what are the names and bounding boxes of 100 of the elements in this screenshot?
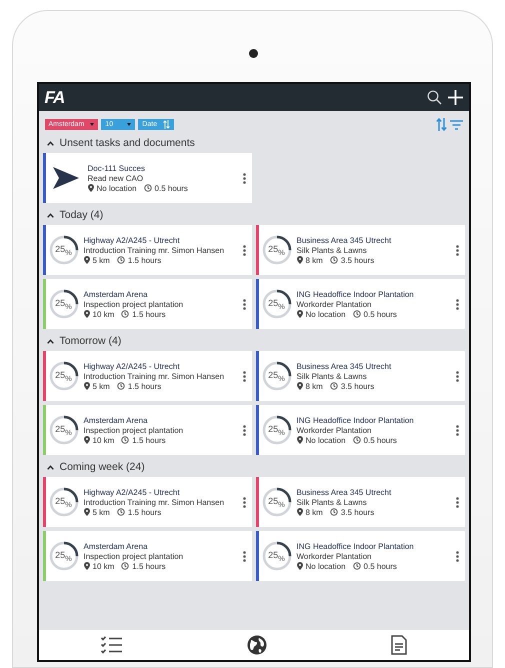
more-button[interactable] <box>456 424 458 436</box>
task-card[interactable]: 25$_{%}$ Highway A2/A245 - Utrecht Introduction Training mr. Simon Hansen 5 km 1.5 hours <box>42 351 252 401</box>
progress-ring <box>262 235 292 265</box>
section-header[interactable]: Today (4) <box>42 205 108 225</box>
location-pin-icon <box>84 256 90 264</box>
more-icon <box>456 550 458 562</box>
task-card[interactable]: 25$_{%}$ Amsterdam Arena Inspection project plantation 10 km 1.5 hours <box>42 279 252 329</box>
more-button[interactable] <box>242 244 246 256</box>
task-card[interactable]: 25$_{%}$ Business Area 345 Utrecht Silk Plants & Lawns 8 km 3.5 hours <box>256 477 464 527</box>
location-pin-icon <box>296 562 302 570</box>
card-title: Highway A2/A245 - Utrecht <box>84 236 181 244</box>
more-button[interactable] <box>456 298 458 310</box>
more-button[interactable] <box>242 424 246 436</box>
progress-percent: 25$_{%}$ <box>54 370 73 383</box>
document-icon <box>390 635 406 655</box>
map-tab[interactable] <box>244 633 268 657</box>
location-pin-icon <box>84 382 90 390</box>
more-icon <box>456 244 458 256</box>
section-header[interactable]: Tomorrow (4) <box>42 331 126 351</box>
clock-icon <box>144 184 152 192</box>
distance-text: No location <box>306 310 346 318</box>
task-card[interactable]: 25$_{%}$ ING Headoffice Indoor Plantation Workorder Plantation No location 0.5 hours <box>256 531 464 581</box>
card-subtitle: Introduction Training mr. Simon Hansen <box>84 498 226 506</box>
more-button[interactable] <box>242 172 246 184</box>
duration-text: 0.5 hours <box>154 184 188 192</box>
task-card[interactable]: 25$_{%}$ Highway A2/A245 - Utrecht Introduction Training mr. Simon Hansen 5 km 1.5 hours <box>42 225 252 275</box>
duration-text: 1.5 hours <box>128 256 162 264</box>
card-subtitle: Read new CAO <box>88 174 144 182</box>
more-icon <box>242 172 246 184</box>
progress-percent: 25$_{%}$ <box>54 496 73 509</box>
task-card[interactable]: 25$_{%}$ Amsterdam Arena Inspection project plantation 10 km 1.5 hours <box>42 405 252 455</box>
task-card[interactable]: Doc-111 Succes Read new CAO No location 0.5 hours <box>42 153 252 203</box>
checklist-icon <box>100 636 122 654</box>
section-header[interactable]: Unsent tasks and documents <box>42 133 199 153</box>
location-pin-icon <box>84 562 90 570</box>
location-pin-icon <box>296 256 302 264</box>
location-pin-icon <box>296 436 302 444</box>
card-subtitle: Workorder Plantation <box>296 426 372 434</box>
distance-text: 10 km <box>92 436 114 444</box>
more-button[interactable] <box>242 550 246 562</box>
more-button[interactable] <box>242 298 246 310</box>
progress-ring <box>48 415 78 445</box>
progress-ring <box>48 361 78 391</box>
more-button[interactable] <box>456 550 458 562</box>
progress-percent: 25$_{%}$ <box>267 496 286 509</box>
section-header[interactable]: Coming week (24) <box>42 457 149 477</box>
distance-text: 10 km <box>92 310 114 318</box>
distance-text: 8 km <box>306 256 323 264</box>
progress-ring <box>48 289 78 319</box>
duration-text: 1.5 hours <box>132 436 166 444</box>
distance-text: 8 km <box>306 508 323 516</box>
card-subtitle: Introduction Training mr. Simon Hansen <box>84 246 226 254</box>
task-card[interactable]: 25$_{%}$ ING Headoffice Indoor Plantation Workorder Plantation No location 0.5 hours <box>256 405 464 455</box>
card-title: Highway A2/A245 - Utrecht <box>84 488 181 496</box>
distance-text: 5 km <box>92 508 110 516</box>
duration-text: 3.5 hours <box>340 256 374 264</box>
card-subtitle: Silk Plants & Lawns <box>296 246 368 254</box>
card-title: Amsterdam Arena <box>84 416 149 424</box>
more-icon <box>242 244 246 256</box>
progress-ring <box>262 487 292 517</box>
clock-icon <box>330 508 338 516</box>
more-button[interactable] <box>456 496 458 508</box>
more-button[interactable] <box>242 370 246 382</box>
caret-icon <box>127 123 132 126</box>
duration-text: 1.5 hours <box>128 508 162 516</box>
camera-icon <box>249 49 258 58</box>
sort-icon <box>163 120 170 129</box>
chevron-icon <box>46 338 54 344</box>
duration-text: 3.5 hours <box>340 382 374 390</box>
more-icon <box>456 298 458 310</box>
card-title: ING Headoffice Indoor Plantation <box>296 542 415 550</box>
location-pin-icon <box>296 508 302 516</box>
search-icon[interactable] <box>426 90 442 105</box>
progress-percent: 25$_{%}$ <box>267 424 286 437</box>
card-subtitle: Workorder Plantation <box>296 300 372 308</box>
task-card[interactable]: 25$_{%}$ Amsterdam Arena Inspection project plantation 10 km 1.5 hours <box>42 531 252 581</box>
more-icon <box>456 370 458 382</box>
documents-tab[interactable] <box>388 633 408 657</box>
task-card[interactable]: 25$_{%}$ Business Area 345 Utrecht Silk Plants & Lawns 8 km 3.5 hours <box>256 225 464 275</box>
card-subtitle: Silk Plants & Lawns <box>296 498 368 506</box>
task-card[interactable]: 25$_{%}$ Highway A2/A245 - Utrecht Introduction Training mr. Simon Hansen 5 km 1.5 hours <box>42 477 252 527</box>
more-button[interactable] <box>242 496 246 508</box>
progress-percent: 25$_{%}$ <box>54 424 73 437</box>
distance-text: No location <box>306 436 346 444</box>
add-icon[interactable] <box>448 90 462 105</box>
distance-text: No location <box>96 184 137 192</box>
more-button[interactable] <box>456 370 458 382</box>
distance-text: 5 km <box>92 382 110 390</box>
clock-icon <box>121 436 130 444</box>
task-card[interactable]: 25$_{%}$ Business Area 345 Utrecht Silk Plants & Lawns 8 km 3.5 hours <box>256 351 464 401</box>
tasks-tab[interactable] <box>98 634 124 656</box>
filter-icon[interactable] <box>450 120 462 130</box>
progress-ring <box>262 289 292 319</box>
sort-icon[interactable] <box>436 118 446 131</box>
clock-icon <box>116 508 125 516</box>
distance-text: No location <box>306 562 346 570</box>
more-button[interactable] <box>456 244 458 256</box>
more-icon <box>456 496 458 508</box>
task-card[interactable]: 25$_{%}$ ING Headoffice Indoor Plantation Workorder Plantation No location 0.5 hours <box>256 279 464 329</box>
clock-icon <box>352 436 361 444</box>
